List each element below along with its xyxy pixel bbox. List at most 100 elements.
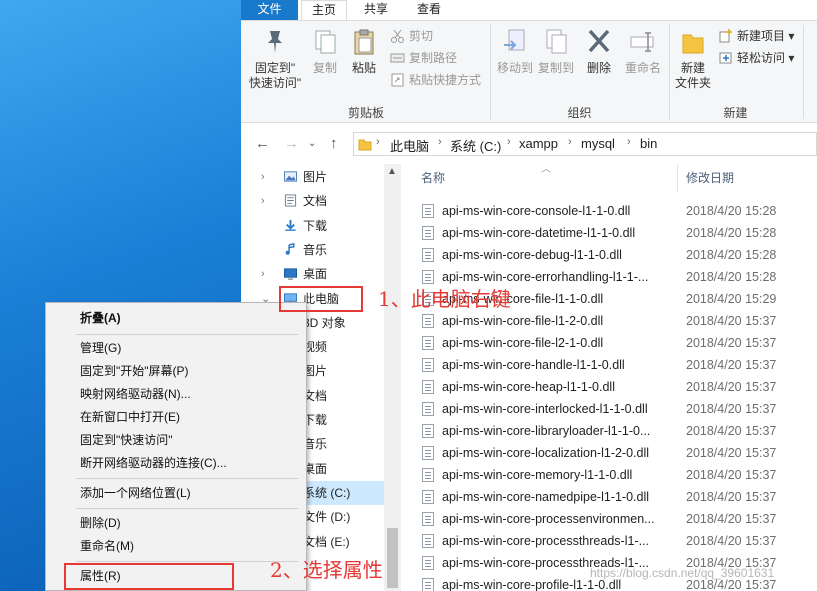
expand-chevron-right-icon[interactable]: › [261,165,265,189]
file-modified-date: 2018/4/20 15:37 [686,468,777,482]
pictures-icon [284,171,297,182]
file-row[interactable]: api-ms-win-core-datetime-l1-1-0.dll 2018/… [401,222,817,244]
file-row[interactable]: api-ms-win-core-debug-l1-1-0.dll 2018/4/2… [401,244,817,266]
file-row[interactable]: api-ms-win-core-file-l2-1-0.dll 2018/4/20… [401,332,817,354]
copy-button[interactable]: 复制 [308,27,342,76]
file-name: api-ms-win-core-heap-l1-1-0.dll [442,380,615,394]
file-row[interactable]: api-ms-win-core-namedpipe-l1-1-0.dll 2018… [401,486,817,508]
menu-item-add-network-location[interactable]: 添加一个网络位置(L) [46,482,306,505]
dll-file-icon [422,270,434,284]
tab-view[interactable]: 查看 [407,0,451,20]
file-row[interactable]: api-ms-win-core-file-l1-2-0.dll 2018/4/20… [401,310,817,332]
breadcrumb-this-pc[interactable]: 此电脑 [390,136,429,155]
ribbon-divider [490,25,491,119]
file-modified-date: 2018/4/20 15:37 [686,490,777,504]
breadcrumb-separator: › [627,136,631,148]
scroll-thumb[interactable] [387,528,398,588]
new-folder-button[interactable]: 新建 文件夹 [673,27,713,91]
copy-to-icon [546,29,567,54]
forward-arrow-icon[interactable]: → [284,135,299,152]
music-icon [285,242,295,255]
menu-item-delete[interactable]: 删除(D) [46,512,306,535]
file-modified-date: 2018/4/20 15:37 [686,512,777,526]
dll-file-icon [422,512,434,526]
address-breadcrumb[interactable]: › 此电脑 › 系统 (C:) › xampp › mysql › bin [353,132,817,156]
copy-to-button[interactable]: 复制到 [536,27,576,76]
menu-item-open-new-window[interactable]: 在新窗口中打开(E) [46,406,306,429]
breadcrumb-bin[interactable]: bin [640,136,657,151]
file-row[interactable]: api-ms-win-core-libraryloader-l1-1-0... 2… [401,420,817,442]
menu-item-collapse[interactable]: 折叠(A) [46,307,306,330]
nav-scrollbar[interactable]: ▲ [384,164,401,591]
nav-item[interactable]: › 桌面 [241,262,386,286]
column-header-date[interactable]: 修改日期 [686,164,734,192]
paste-shortcut-button[interactable]: 粘贴快捷方式 [390,71,481,89]
expand-chevron-right-icon[interactable]: › [261,189,265,213]
scroll-up-icon[interactable]: ▲ [387,166,397,177]
menu-item-pin-quick-access[interactable]: 固定到"快速访问" [46,429,306,452]
file-modified-date: 2018/4/20 15:29 [686,292,777,306]
back-arrow-icon[interactable]: ← [255,135,270,152]
file-row[interactable]: api-ms-win-core-interlocked-l1-1-0.dll 20… [401,398,817,420]
address-bar-row: ← → ⌄ ↑ › 此电脑 › 系统 (C:) › xampp › mysql … [241,124,817,164]
easy-access-button[interactable]: 轻松访问 ▾ [718,49,794,67]
file-row[interactable]: api-ms-win-core-localization-l1-2-0.dll 2… [401,442,817,464]
file-row[interactable]: api-ms-win-core-processenvironmen... 2018… [401,508,817,530]
paste-button[interactable]: 粘贴 [347,27,381,76]
nav-item-label: 3D 对象 [303,315,346,330]
copy-path-button[interactable]: 复制路径 [390,49,457,67]
highlight-this-pc [279,286,363,312]
breadcrumb-xampp[interactable]: xampp [519,136,558,151]
nav-item[interactable]: › 文档 [241,189,386,213]
context-menu: 折叠(A) 管理(G) 固定到"开始"屏幕(P) 映射网络驱动器(N)... 在… [45,302,307,591]
pin-icon [268,31,282,53]
tab-home[interactable]: 主页 [301,0,347,21]
nav-item[interactable]: 音乐 [241,238,386,262]
nav-item[interactable]: 下载 [241,214,386,238]
file-row[interactable]: api-ms-win-core-handle-l1-1-0.dll 2018/4/… [401,354,817,376]
file-row[interactable]: api-ms-win-core-console-l1-1-0.dll 2018/4… [401,200,817,222]
menu-item-manage[interactable]: 管理(G) [46,337,306,360]
delete-button[interactable]: 删除 [585,27,613,76]
file-name: api-ms-win-core-localization-l1-2-0.dll [442,446,650,460]
dll-file-icon [422,314,434,328]
tab-share[interactable]: 共享 [354,0,398,20]
menu-item-pin-start[interactable]: 固定到"开始"屏幕(P) [46,360,306,383]
nav-item-label: 下载 [303,218,328,233]
menu-item-rename[interactable]: 重命名(M) [46,535,306,558]
file-row[interactable]: api-ms-win-core-processthreads-l1-... 201… [401,530,817,552]
new-folder-label-line1: 新建 [680,61,705,75]
easy-access-icon [719,52,732,64]
expand-chevron-right-icon[interactable]: › [261,262,265,286]
nav-item-label: 音乐 [303,242,328,257]
menu-item-map-drive[interactable]: 映射网络驱动器(N)... [46,383,306,406]
nav-item[interactable]: › 图片 [241,165,386,189]
move-to-button[interactable]: 移动到 [495,27,535,76]
dll-file-icon [422,204,434,218]
up-arrow-icon[interactable]: ↑ [330,135,338,152]
file-name: api-ms-win-core-processthreads-l1-... [442,534,650,548]
dll-file-icon [422,490,434,504]
dll-file-icon [422,248,434,262]
cut-button[interactable]: 剪切 [390,27,433,45]
column-header-name[interactable]: 名称 [421,164,445,192]
pin-label-line2: 快速访问" [248,76,302,90]
pin-quick-access-button[interactable]: 固定到" 快速访问" [245,27,305,91]
recent-chevron-down-icon[interactable]: ⌄ [308,138,316,149]
rename-button[interactable]: 重命名 [622,27,664,76]
menu-item-disconnect-drive[interactable]: 断开网络驱动器的连接(C)... [46,452,306,475]
copy-icon [315,30,336,54]
paste-shortcut-icon [391,73,404,87]
column-divider[interactable] [677,164,678,192]
file-row[interactable]: api-ms-win-core-memory-l1-1-0.dll 2018/4/… [401,464,817,486]
delete-icon [588,29,610,53]
new-item-button[interactable]: 新建项目 ▾ [718,27,794,45]
documents-icon [284,194,297,207]
nav-item-label: 系统 (C:) [303,485,351,500]
breadcrumb-mysql[interactable]: mysql [581,136,615,151]
tab-file[interactable]: 文件 [241,0,298,20]
breadcrumb-drive-c[interactable]: 系统 (C:) [450,136,501,155]
annotation-step-1: 1、此电脑右键 [378,287,511,311]
file-name: api-ms-win-core-handle-l1-1-0.dll [442,358,625,372]
file-row[interactable]: api-ms-win-core-heap-l1-1-0.dll 2018/4/20… [401,376,817,398]
